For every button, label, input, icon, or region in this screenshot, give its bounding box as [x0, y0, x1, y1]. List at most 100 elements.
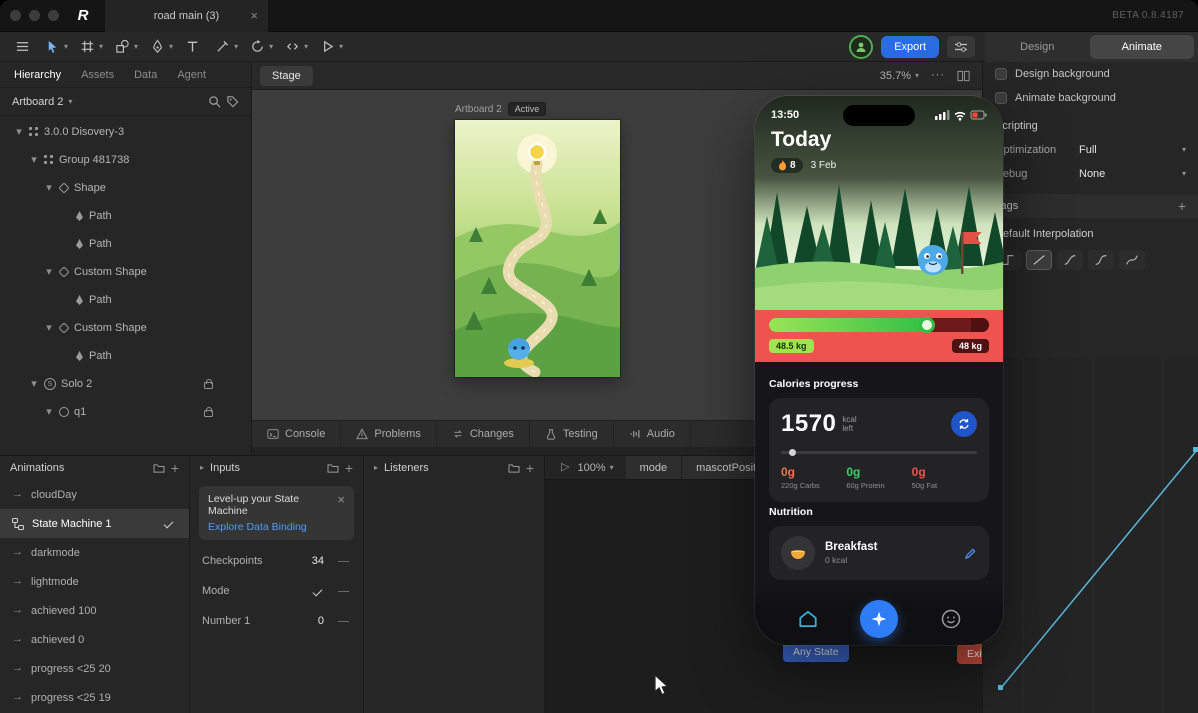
document-tab[interactable]: road main (3): [105, 0, 268, 32]
expand-caret-icon[interactable]: [14, 127, 24, 138]
window-minimize-button[interactable]: [29, 10, 40, 21]
animation-item[interactable]: progress <25 20: [0, 654, 189, 683]
input-value[interactable]: 34: [312, 555, 324, 567]
timeline-tab-mode[interactable]: mode: [625, 456, 683, 479]
explore-data-binding-link[interactable]: Explore Data Binding: [208, 521, 345, 533]
zoom-control[interactable]: 35.7%: [880, 70, 919, 82]
user-avatar[interactable]: [849, 34, 874, 59]
tree-item[interactable]: Group 481738: [0, 146, 251, 174]
problems-tab[interactable]: Problems: [341, 421, 437, 447]
window-close-button[interactable]: [10, 10, 21, 21]
sync-icon[interactable]: [951, 411, 977, 437]
pen-tool-caret-icon[interactable]: [169, 43, 173, 51]
tree-item[interactable]: Shape: [0, 174, 251, 202]
menu-button[interactable]: [12, 34, 33, 60]
tab-assets[interactable]: Assets: [81, 69, 114, 81]
expand-caret-icon[interactable]: [29, 379, 39, 390]
tree-item[interactable]: Path: [0, 342, 251, 370]
debug-select[interactable]: None: [1079, 168, 1105, 180]
artboard-name-label[interactable]: Artboard 2: [455, 104, 502, 115]
folder-icon[interactable]: [508, 463, 520, 473]
exit-state-node[interactable]: Exit: [957, 644, 982, 664]
shapes-tool[interactable]: [112, 34, 133, 60]
home-nav-icon[interactable]: [797, 608, 819, 630]
shapes-tool-caret-icon[interactable]: [134, 43, 138, 51]
artboard[interactable]: [455, 120, 627, 378]
input-row-checkpoints[interactable]: Checkpoints 34: [190, 546, 363, 576]
tab-close-icon[interactable]: [250, 9, 258, 23]
add-input-button[interactable]: [345, 461, 353, 476]
bind-menu-icon[interactable]: [338, 560, 349, 562]
changes-tab[interactable]: Changes: [437, 421, 530, 447]
lock-icon[interactable]: [204, 406, 213, 417]
console-tab[interactable]: Console: [252, 421, 342, 447]
code-tool[interactable]: [282, 34, 303, 60]
optimization-caret-icon[interactable]: [1182, 146, 1186, 154]
animation-item[interactable]: cloudDay: [0, 480, 189, 509]
tree-item[interactable]: q1: [0, 398, 251, 426]
add-animation-button[interactable]: [171, 461, 179, 476]
calories-slider-knob[interactable]: [788, 449, 796, 456]
animate-mode-tab[interactable]: Animate: [1089, 34, 1194, 59]
tree-item[interactable]: Custom Shape: [0, 314, 251, 342]
animation-item[interactable]: achieved 100: [0, 596, 189, 625]
state-machine-item[interactable]: State Machine 1: [0, 509, 189, 538]
export-button[interactable]: Export: [881, 35, 939, 58]
input-row-number1[interactable]: Number 1 0: [190, 606, 363, 636]
select-tool-caret-icon[interactable]: [64, 43, 68, 51]
search-icon[interactable]: [208, 95, 221, 108]
tree-item[interactable]: Path: [0, 230, 251, 258]
tree-item[interactable]: Solo 2: [0, 370, 251, 398]
expand-caret-icon[interactable]: [44, 407, 54, 418]
window-zoom-button[interactable]: [48, 10, 59, 21]
expand-caret-icon[interactable]: [44, 267, 54, 278]
stage-tab[interactable]: Stage: [260, 65, 313, 86]
tab-data[interactable]: Data: [134, 69, 157, 81]
stage-more-button[interactable]: [931, 70, 945, 81]
expand-caret-icon[interactable]: [44, 183, 54, 194]
optimization-select[interactable]: Full: [1079, 144, 1097, 156]
tree-item[interactable]: Custom Shape: [0, 258, 251, 286]
animation-item[interactable]: progress <25 19: [0, 683, 189, 712]
code-tool-caret-icon[interactable]: [304, 43, 308, 51]
tree-item[interactable]: 3.0.0 Disovery-3: [0, 118, 251, 146]
input-value[interactable]: 0: [318, 615, 324, 627]
timeline-zoom[interactable]: 100%: [577, 456, 625, 479]
tab-hierarchy[interactable]: Hierarchy: [14, 69, 61, 81]
text-tool[interactable]: [182, 34, 203, 60]
preview-play-caret-icon[interactable]: [339, 43, 343, 51]
animation-item[interactable]: darkmode: [0, 538, 189, 567]
mode-checkbox[interactable]: [312, 586, 323, 596]
interp-custom-button[interactable]: [1119, 250, 1145, 270]
interpolation-curve-editor[interactable]: [983, 358, 1198, 713]
add-listener-button[interactable]: [526, 461, 534, 476]
artboard-dropdown-icon[interactable]: [68, 98, 72, 106]
play-button[interactable]: [545, 456, 577, 479]
streak-badge[interactable]: 8: [771, 158, 803, 173]
tree-item[interactable]: Path: [0, 286, 251, 314]
expand-caret-icon[interactable]: [29, 155, 39, 166]
listeners-collapse-icon[interactable]: [374, 464, 378, 472]
audio-tab[interactable]: Audio: [614, 421, 691, 447]
testing-tab[interactable]: Testing: [530, 421, 614, 447]
tag-icon[interactable]: [226, 95, 239, 108]
lock-icon[interactable]: [204, 378, 213, 389]
constraint-tool-caret-icon[interactable]: [269, 43, 273, 51]
input-row-mode[interactable]: Mode: [190, 576, 363, 606]
artboard-tool[interactable]: [77, 34, 98, 60]
tab-agent[interactable]: Agent: [177, 69, 206, 81]
add-tag-button[interactable]: [1178, 199, 1186, 214]
add-nav-button[interactable]: [860, 600, 898, 638]
interp-cubic-button[interactable]: [1057, 250, 1083, 270]
layout-columns-icon[interactable]: [957, 70, 970, 82]
profile-nav-icon[interactable]: [940, 608, 962, 630]
debug-caret-icon[interactable]: [1182, 170, 1186, 178]
artboard-selector[interactable]: Artboard 2: [12, 96, 63, 108]
settings-sliders-button[interactable]: [947, 35, 975, 58]
folder-icon[interactable]: [153, 463, 165, 473]
design-background-checkbox[interactable]: [995, 68, 1007, 80]
knife-tool[interactable]: [212, 34, 233, 60]
bind-menu-icon[interactable]: [338, 590, 349, 592]
design-mode-tab[interactable]: Design: [985, 41, 1090, 53]
constraint-tool[interactable]: [247, 34, 268, 60]
